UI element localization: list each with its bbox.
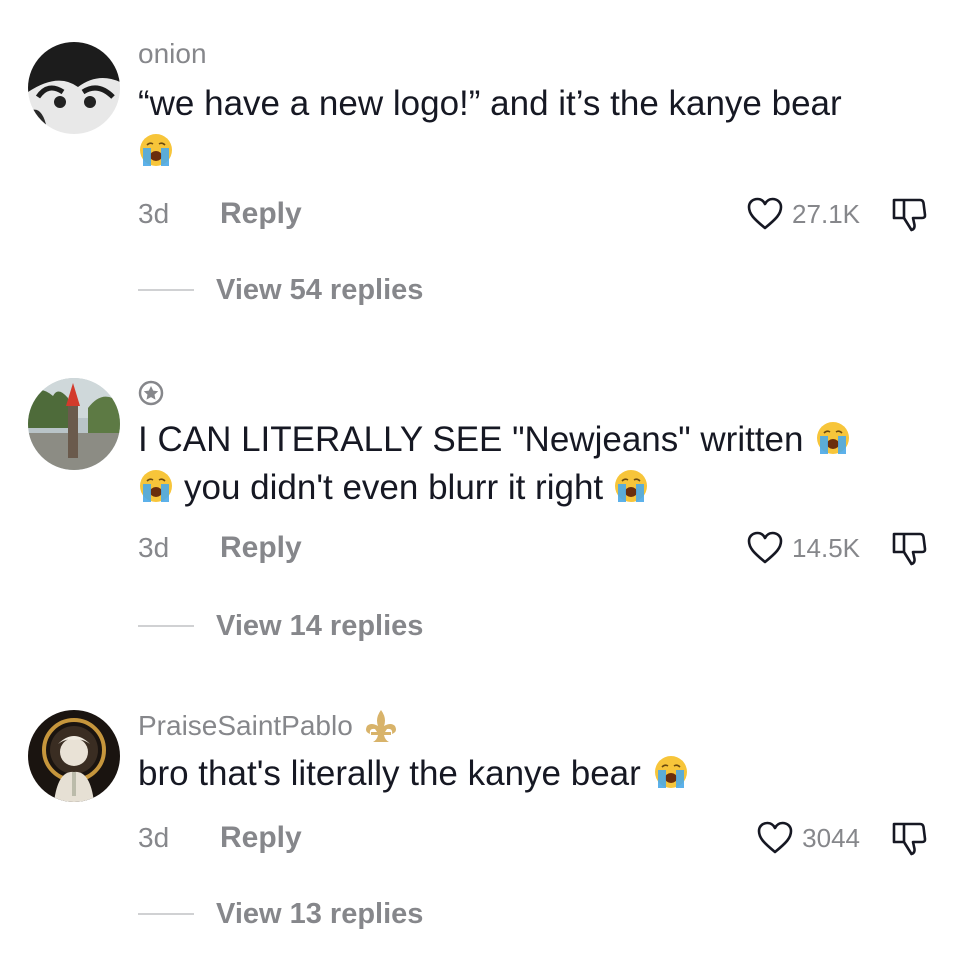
- loudly-crying-face-icon: [653, 754, 689, 790]
- divider: [138, 625, 194, 627]
- like-count: 3044: [802, 823, 860, 853]
- loudly-crying-face-icon: [138, 468, 174, 504]
- comment-line: you didn't even blurr it right: [138, 464, 938, 512]
- thumbs-down-icon: [888, 820, 928, 858]
- like-count: 14.5K: [792, 533, 860, 563]
- username[interactable]: onion: [138, 38, 207, 70]
- heart-icon: [746, 530, 784, 566]
- username-text: onion: [138, 38, 207, 69]
- thumbs-down-icon: [888, 196, 928, 234]
- like-button[interactable]: 27.1K: [746, 194, 860, 234]
- comment-line: bro that's literally the kanye bear: [138, 750, 938, 798]
- view-replies-label: View 13 replies: [216, 897, 424, 930]
- username[interactable]: PraiseSaintPablo: [138, 708, 401, 744]
- comment-line: “we have a new logo!” and it’s the kanye…: [138, 84, 842, 123]
- like-count: 27.1K: [792, 199, 860, 229]
- view-replies-button[interactable]: View 54 replies: [138, 270, 423, 310]
- avatar[interactable]: [28, 378, 120, 470]
- divider: [138, 289, 194, 291]
- reply-button[interactable]: Reply: [220, 194, 302, 234]
- comment-line: I CAN LITERALLY SEE "Newjeans" written: [138, 416, 938, 464]
- heart-icon: [756, 820, 794, 856]
- view-replies-label: View 14 replies: [216, 609, 424, 642]
- avatar[interactable]: [28, 42, 120, 134]
- thumbs-down-icon: [888, 530, 928, 568]
- avatar[interactable]: [28, 710, 120, 802]
- comment-line-text: I CAN LITERALLY SEE "Newjeans" written: [138, 420, 804, 459]
- star-badge-icon: [138, 380, 164, 406]
- reply-button[interactable]: Reply: [220, 528, 302, 568]
- divider: [138, 913, 194, 915]
- comment-text: I CAN LITERALLY SEE "Newjeans" written y…: [138, 416, 938, 512]
- dislike-button[interactable]: [888, 530, 928, 568]
- like-button[interactable]: 3044: [756, 818, 860, 858]
- comment-text: “we have a new logo!” and it’s the kanye…: [138, 80, 938, 176]
- fleur-de-lis-icon: [361, 708, 401, 744]
- heart-icon: [746, 196, 784, 232]
- comment-meta: 3d Reply 3044: [138, 818, 928, 858]
- username[interactable]: [138, 380, 164, 406]
- timestamp: 3d: [138, 198, 170, 229]
- loudly-crying-face-icon: [815, 420, 851, 456]
- view-replies-label: View 54 replies: [216, 273, 424, 306]
- like-button[interactable]: 14.5K: [746, 528, 860, 568]
- timestamp: 3d: [138, 822, 170, 853]
- comment-line: [138, 128, 938, 176]
- dislike-button[interactable]: [888, 820, 928, 858]
- timestamp: 3d: [138, 532, 170, 563]
- dislike-button[interactable]: [888, 196, 928, 234]
- view-replies-button[interactable]: View 14 replies: [138, 606, 423, 646]
- username-text: PraiseSaintPablo: [138, 710, 353, 741]
- reply-button[interactable]: Reply: [220, 818, 302, 858]
- loudly-crying-face-icon: [138, 132, 174, 168]
- view-replies-button[interactable]: View 13 replies: [138, 894, 423, 934]
- comment-meta: 3d Reply 27.1K: [138, 194, 928, 234]
- comment-line-text: you didn't even blurr it right: [184, 468, 604, 507]
- comment-text: bro that's literally the kanye bear: [138, 750, 938, 798]
- comment-line-text: bro that's literally the kanye bear: [138, 754, 641, 793]
- comment-meta: 3d Reply 14.5K: [138, 528, 928, 568]
- loudly-crying-face-icon: [613, 468, 649, 504]
